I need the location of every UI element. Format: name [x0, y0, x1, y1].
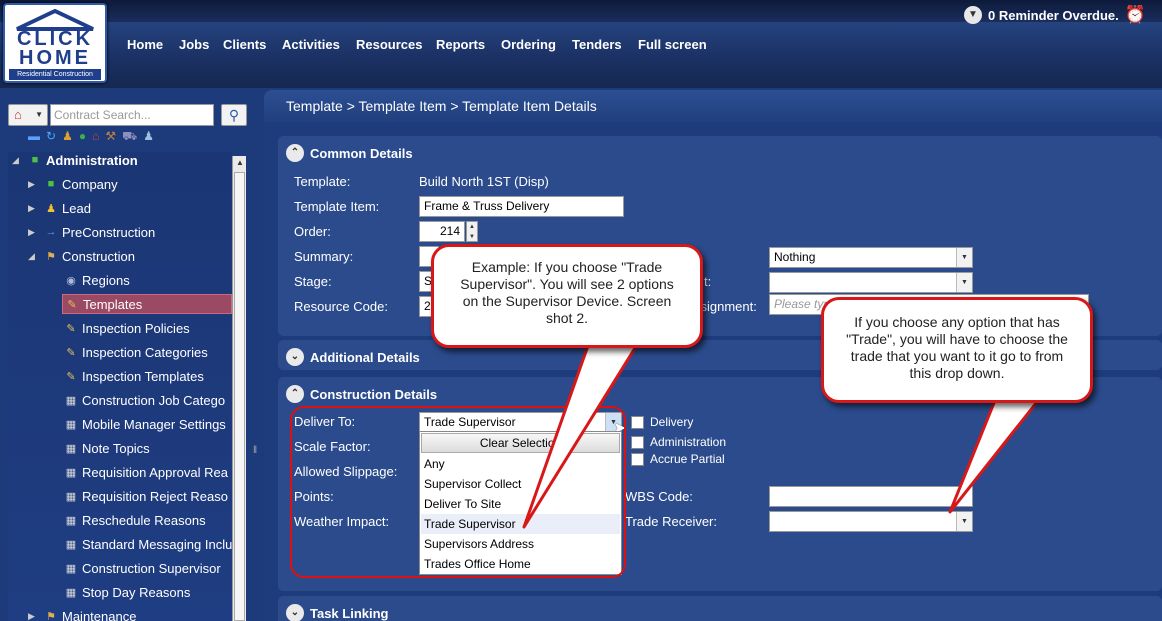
callout-left: Example: If you choose "Trade Supervisor…: [431, 244, 703, 348]
callout-right: If you choose any option that has "Trade…: [821, 297, 1093, 403]
